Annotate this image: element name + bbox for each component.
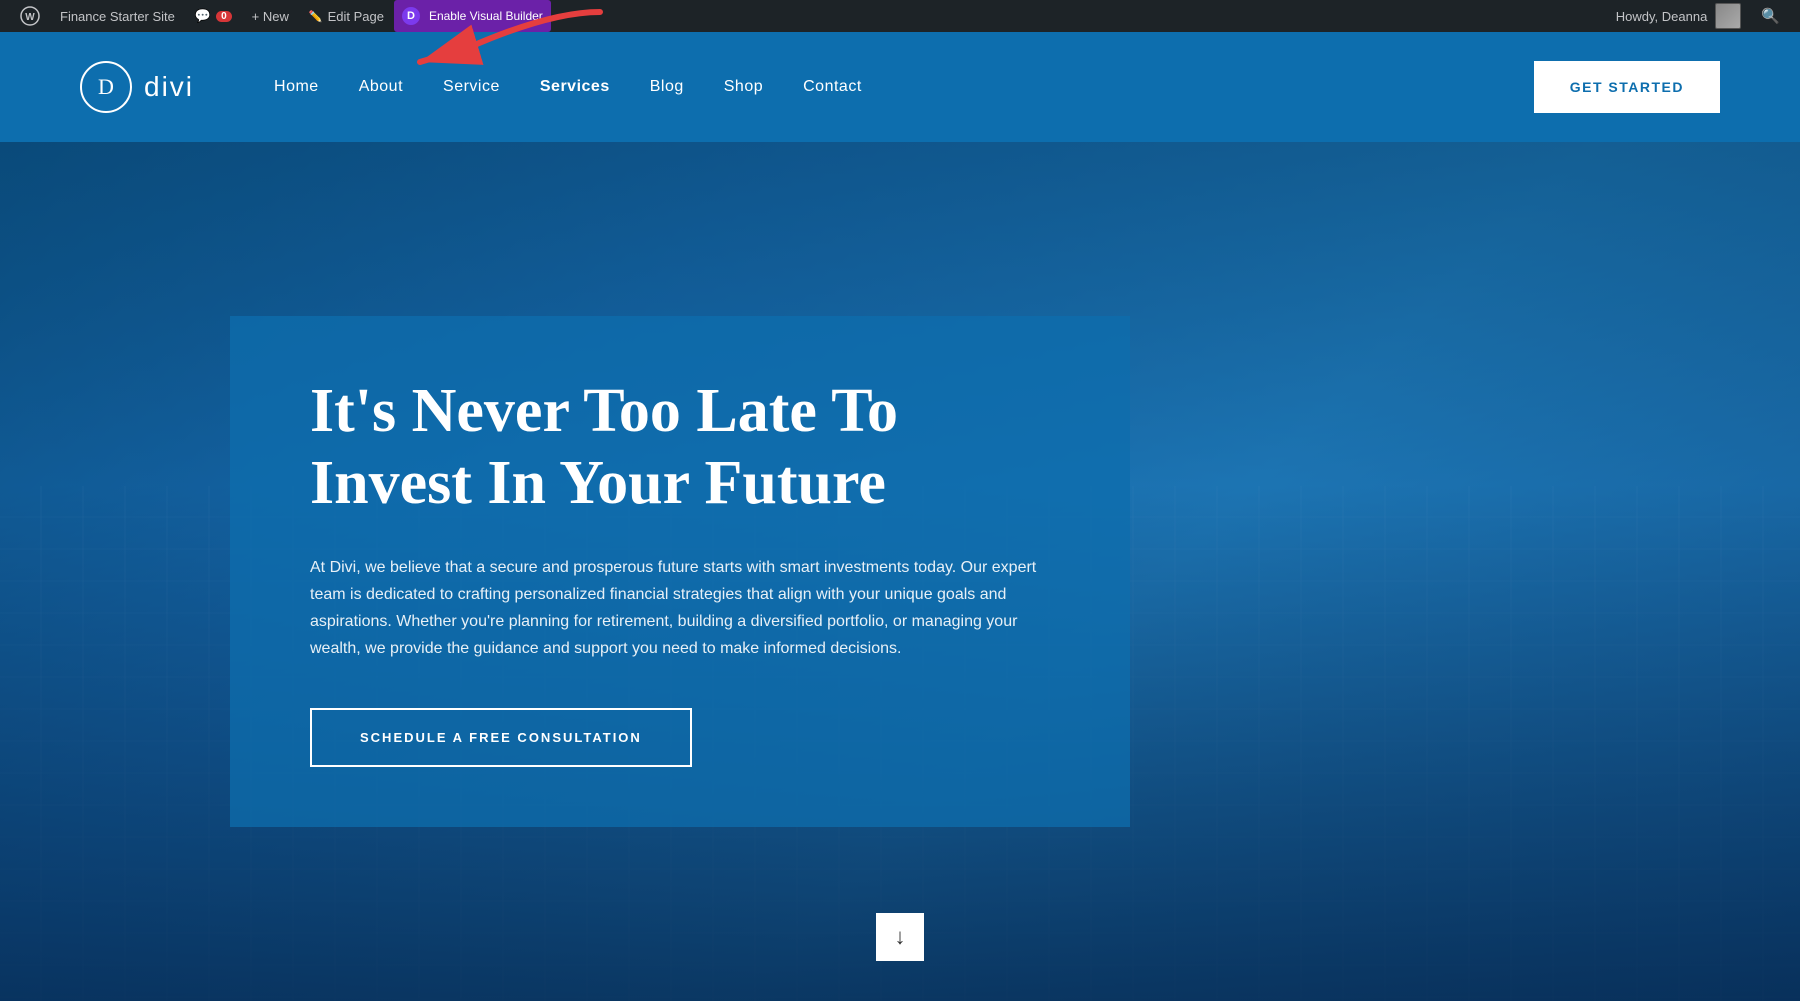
admin-bar-divi-builder[interactable]: D Enable Visual Builder — [394, 0, 551, 32]
get-started-button[interactable]: GET STARTED — [1534, 61, 1720, 113]
hero-content: It's Never Too Late To Invest In Your Fu… — [230, 316, 1130, 826]
hero-subtitle: At Divi, we believe that a secure and pr… — [310, 554, 1050, 663]
hero-section: It's Never Too Late To Invest In Your Fu… — [0, 142, 1800, 1001]
admin-bar-search-icon[interactable]: 🔍 — [1751, 7, 1790, 26]
admin-bar: W Finance Starter Site 💬 0 + New ✏️ Edit… — [0, 0, 1800, 32]
admin-bar-user: Howdy, Deanna — [1606, 3, 1752, 29]
logo-area[interactable]: D divi — [80, 61, 194, 113]
nav-links: Home About Service Services Blog Shop Co… — [274, 78, 1534, 96]
nav-home[interactable]: Home — [274, 78, 319, 96]
logo-icon: D — [80, 61, 132, 113]
admin-bar-new[interactable]: + New — [242, 0, 299, 32]
scroll-down-button[interactable]: ↓ — [876, 913, 924, 961]
nav-service[interactable]: Service — [443, 78, 500, 96]
schedule-consultation-button[interactable]: SCHEDULE A FREE CONSULTATION — [310, 708, 692, 767]
nav-shop[interactable]: Shop — [724, 78, 763, 96]
admin-bar-comments[interactable]: 💬 0 — [185, 0, 242, 32]
nav-contact[interactable]: Contact — [803, 78, 862, 96]
admin-bar-site-name[interactable]: Finance Starter Site — [50, 0, 185, 32]
nav-blog[interactable]: Blog — [650, 78, 684, 96]
nav-services[interactable]: Services — [540, 78, 610, 96]
admin-bar-wp-logo[interactable]: W — [10, 0, 50, 32]
logo-text: divi — [144, 71, 194, 103]
svg-text:W: W — [25, 12, 35, 23]
admin-bar-right: Howdy, Deanna 🔍 — [1606, 3, 1790, 29]
admin-bar-edit-page[interactable]: ✏️ Edit Page — [299, 0, 394, 32]
site-header: D divi Home About Service Services Blog … — [0, 32, 1800, 142]
hero-title: It's Never Too Late To Invest In Your Fu… — [310, 376, 1050, 519]
avatar — [1715, 3, 1741, 29]
arrow-down-icon: ↓ — [895, 924, 906, 950]
nav-about[interactable]: About — [359, 78, 403, 96]
